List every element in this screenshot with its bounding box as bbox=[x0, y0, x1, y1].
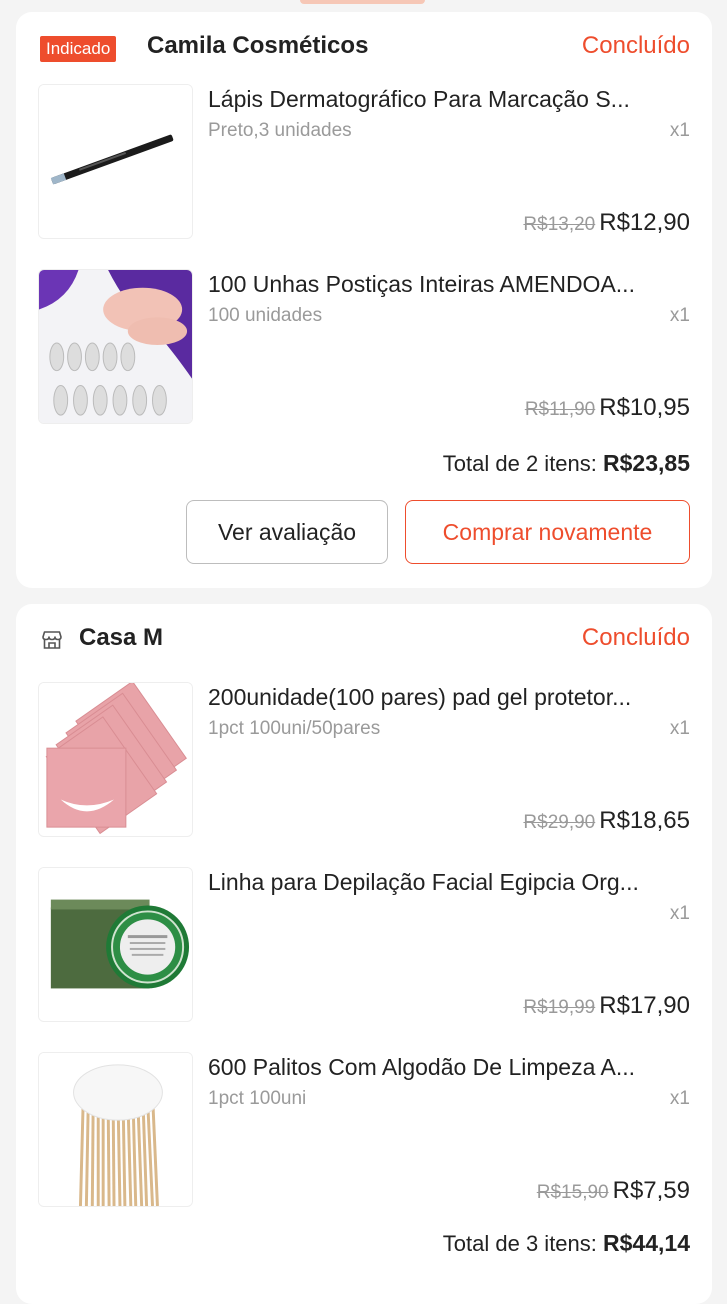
product-quantity: x1 bbox=[669, 305, 690, 326]
product-title: Lápis Dermatográfico Para Marcação S... bbox=[208, 86, 630, 112]
pink-gel-pads-image bbox=[39, 683, 192, 836]
order-item[interactable]: Lápis Dermatográfico Para Marcação S... … bbox=[16, 84, 712, 244]
sale-price: R$18,65 bbox=[599, 807, 690, 834]
product-variant: 100 unidades bbox=[208, 305, 323, 326]
cotton-swabs-image bbox=[39, 1053, 192, 1206]
order-item[interactable]: 600 Palitos Com Algodão De Limpeza A... … bbox=[16, 1052, 712, 1212]
price-row: R$13,20 R$12,90 bbox=[523, 209, 690, 237]
recommended-badge: Indicado bbox=[40, 36, 117, 62]
original-price: R$11,90 bbox=[524, 399, 596, 420]
order-status: Concluído bbox=[581, 624, 690, 651]
shop-header[interactable]: Casa M Concluído bbox=[16, 604, 712, 676]
view-review-button[interactable]: Ver avaliação bbox=[186, 500, 388, 564]
sale-price: R$7,59 bbox=[612, 1177, 690, 1204]
sale-price: R$12,90 bbox=[599, 209, 690, 236]
order-total-label: Total de 2 itens: bbox=[442, 451, 597, 476]
order-total: Total de 3 itens: R$44,14 bbox=[443, 1230, 690, 1257]
shop-header[interactable]: Indicado Camila Cosméticos Concluído bbox=[16, 12, 712, 84]
product-image bbox=[38, 269, 193, 424]
product-quantity: x1 bbox=[669, 1088, 690, 1109]
product-variant: Preto,3 unidades bbox=[208, 120, 352, 141]
order-total-label: Total de 3 itens: bbox=[442, 1231, 597, 1256]
order-total-value: R$23,85 bbox=[603, 450, 690, 476]
product-quantity: x1 bbox=[669, 903, 690, 924]
price-row: R$19,99 R$17,90 bbox=[523, 992, 690, 1020]
product-title: Linha para Depilação Facial Egipcia Org.… bbox=[208, 869, 639, 895]
order-item[interactable]: 100 Unhas Postiças Inteiras AMENDOA... 1… bbox=[16, 269, 712, 429]
top-partial-element bbox=[300, 0, 425, 4]
order-item[interactable]: Linha para Depilação Facial Egipcia Org.… bbox=[16, 867, 712, 1027]
black-pencil-image bbox=[39, 85, 192, 238]
product-title: 600 Palitos Com Algodão De Limpeza A... bbox=[208, 1054, 636, 1080]
original-price: R$29,90 bbox=[523, 812, 596, 833]
shop-name[interactable]: Casa M bbox=[79, 624, 163, 652]
thread-spool-box-image bbox=[39, 868, 192, 1021]
order-item[interactable]: 200unidade(100 pares) pad gel protetor..… bbox=[16, 682, 712, 842]
price-row: R$29,90 R$18,65 bbox=[523, 807, 690, 835]
original-price: R$19,99 bbox=[523, 997, 596, 1018]
order-card: Casa M Concluído 200unidade(100 pares) p… bbox=[16, 604, 712, 1304]
sale-price: R$10,95 bbox=[599, 394, 690, 421]
sale-price: R$17,90 bbox=[599, 992, 690, 1019]
product-quantity: x1 bbox=[669, 718, 690, 739]
product-image bbox=[38, 867, 193, 1022]
product-image bbox=[38, 84, 193, 239]
order-total-value: R$44,14 bbox=[603, 1230, 690, 1256]
product-variant: 1pct 100uni bbox=[208, 1088, 307, 1109]
product-variant: 1pct 100uni/50pares bbox=[208, 718, 381, 739]
price-row: R$11,90 R$10,95 bbox=[525, 394, 690, 422]
product-title: 100 Unhas Postiças Inteiras AMENDOA... bbox=[208, 271, 635, 297]
order-status: Concluído bbox=[581, 32, 690, 59]
product-title: 200unidade(100 pares) pad gel protetor..… bbox=[208, 684, 632, 710]
price-row: R$15,90 R$7,59 bbox=[537, 1177, 690, 1205]
original-price: R$15,90 bbox=[536, 1182, 609, 1203]
buy-again-button[interactable]: Comprar novamente bbox=[405, 500, 690, 564]
product-image bbox=[38, 682, 193, 837]
store-icon bbox=[42, 631, 62, 649]
product-image bbox=[38, 1052, 193, 1207]
product-quantity: x1 bbox=[669, 120, 690, 141]
false-nails-image bbox=[39, 270, 192, 423]
order-card: Indicado Camila Cosméticos Concluído Láp… bbox=[16, 12, 712, 588]
original-price: R$13,20 bbox=[523, 214, 596, 235]
shop-name[interactable]: Camila Cosméticos bbox=[147, 32, 368, 60]
order-total: Total de 2 itens: R$23,85 bbox=[443, 450, 690, 477]
